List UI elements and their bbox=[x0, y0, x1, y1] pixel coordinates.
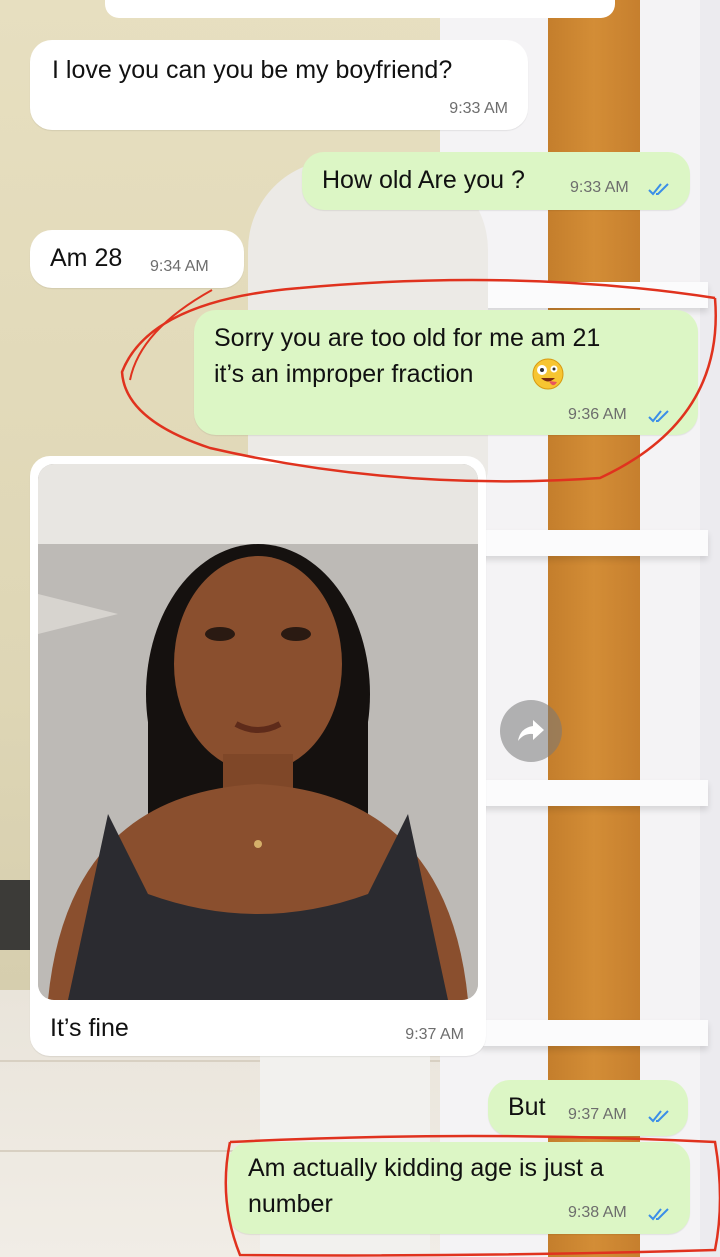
forward-button[interactable] bbox=[500, 700, 562, 762]
message-time: 9:36 AM bbox=[568, 406, 627, 423]
message-text-line: Sorry you are too old for me am 21 bbox=[214, 324, 601, 352]
double-check-icon bbox=[648, 410, 669, 423]
shelf-side bbox=[700, 0, 720, 1257]
shelf-board bbox=[480, 282, 708, 308]
message-text-line: Am actually kidding age is just a bbox=[248, 1154, 604, 1182]
message-text: Am 28 bbox=[50, 244, 123, 272]
shelf-board bbox=[480, 780, 708, 806]
message-text: But bbox=[508, 1093, 546, 1121]
double-check-icon bbox=[648, 1208, 669, 1221]
double-check-icon bbox=[648, 1110, 669, 1123]
message-text-line: it’s an improper fraction bbox=[214, 360, 474, 388]
double-check-icon bbox=[648, 183, 669, 196]
message-bubble-outgoing[interactable]: Sorry you are too old for me am 21 it’s … bbox=[194, 310, 698, 435]
shelf-board bbox=[480, 530, 708, 556]
photo-caption: It’s fine bbox=[50, 1014, 129, 1042]
message-time: 9:34 AM bbox=[150, 258, 209, 275]
message-time: 9:38 AM bbox=[568, 1204, 627, 1221]
message-time: 9:37 AM bbox=[405, 1026, 464, 1043]
photo-attachment[interactable] bbox=[38, 464, 478, 1000]
photo-message-bubble[interactable]: It’s fine 9:37 AM bbox=[30, 456, 486, 1056]
forward-icon bbox=[518, 720, 544, 741]
message-bubble-incoming[interactable]: Am 28 9:34 AM bbox=[30, 230, 244, 288]
previous-message-stub bbox=[105, 0, 615, 18]
selfie-photo-image bbox=[38, 464, 478, 1000]
message-text: How old Are you ? bbox=[322, 166, 525, 194]
message-bubble-incoming[interactable]: I love you can you be my boyfriend? 9:33… bbox=[30, 40, 528, 130]
message-time: 9:33 AM bbox=[449, 100, 508, 117]
shelf-board bbox=[480, 1020, 708, 1046]
message-text: I love you can you be my boyfriend? bbox=[52, 56, 453, 84]
message-bubble-outgoing[interactable]: How old Are you ? 9:33 AM bbox=[302, 152, 690, 210]
message-time: 9:33 AM bbox=[570, 179, 629, 196]
message-time: 9:37 AM bbox=[568, 1106, 627, 1123]
message-bubble-outgoing[interactable]: But 9:37 AM bbox=[488, 1080, 688, 1136]
message-text-line: number bbox=[248, 1190, 333, 1218]
message-bubble-outgoing[interactable]: Am actually kidding age is just a number… bbox=[228, 1142, 690, 1234]
zany-face-emoji-icon bbox=[532, 358, 564, 390]
